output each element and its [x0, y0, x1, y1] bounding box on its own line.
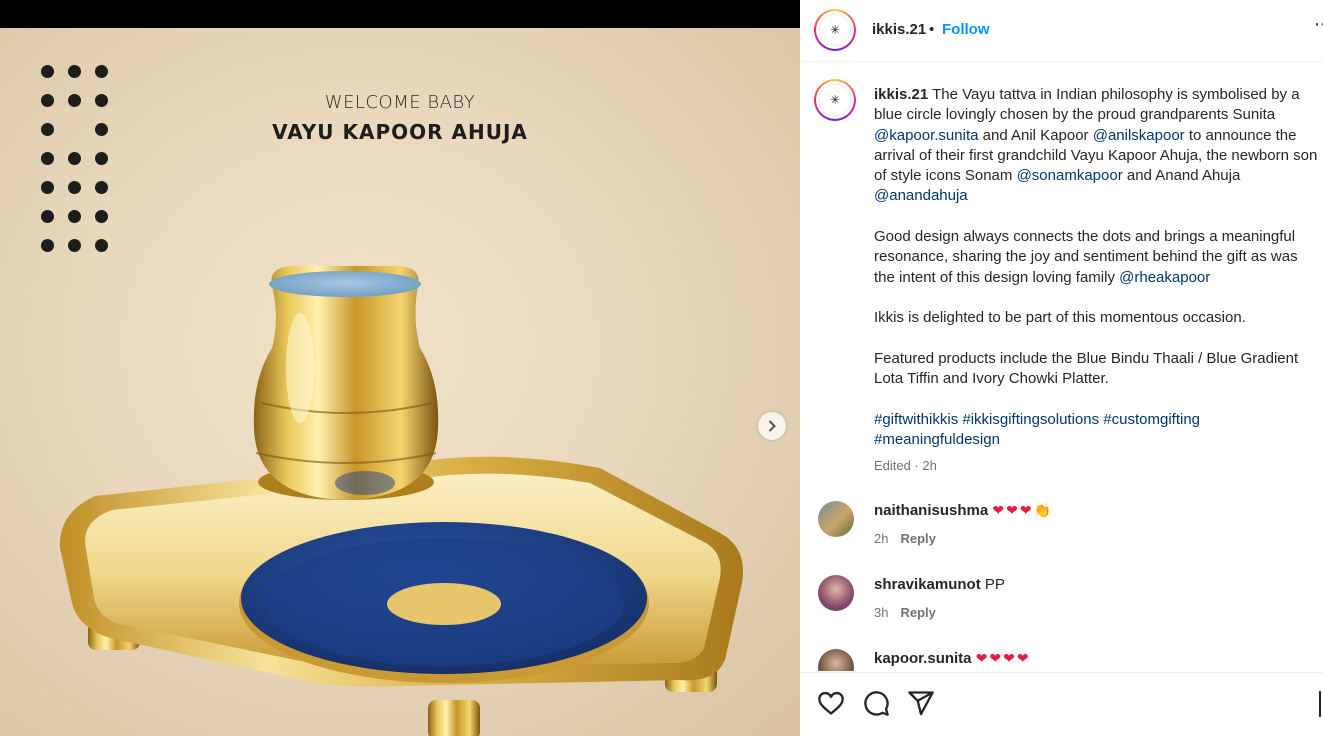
reply-button[interactable]: Reply: [900, 605, 935, 620]
post-caption: ikkis.21 The Vayu tattva in Indian philo…: [874, 85, 1319, 471]
ikkis-logo-icon: ✳: [819, 14, 851, 46]
comment-emoji: ❤❤❤👏: [992, 502, 1053, 518]
comment-item: kapoor.sunita ❤❤❤❤: [800, 646, 1323, 671]
instagram-post-viewer: WELCOME BABY VAYU KAPOOR AHUJA ✳ ikkis.2…: [0, 0, 1323, 736]
share-icon[interactable]: [907, 689, 935, 717]
more-options-icon[interactable]: ⋯: [1314, 14, 1323, 35]
comments-scroll-area[interactable]: ✳ ikkis.21 The Vayu tattva in Indian phi…: [800, 63, 1323, 671]
save-icon-edge[interactable]: [1319, 691, 1321, 717]
blue-plate: [239, 522, 649, 683]
caption-edited-time: Edited · 2h: [874, 458, 937, 473]
product-scene: [59, 266, 744, 736]
comment-body: shravikamunot PP: [874, 576, 1005, 593]
gold-lota: [253, 266, 439, 500]
comment-time: 3h: [874, 605, 889, 620]
commenter-avatar[interactable]: [818, 649, 854, 671]
post-header: ✳ ikkis.21 • Follow ⋯: [800, 0, 1323, 62]
chevron-right-icon: [769, 420, 776, 432]
author-avatar[interactable]: ✳: [814, 9, 856, 51]
heart-icon[interactable]: [817, 689, 845, 717]
hashtag-link[interactable]: #giftwithikkis: [874, 411, 958, 428]
hashtag-link[interactable]: #meaningfuldesign: [874, 431, 1000, 448]
caption-text: and Anand Ahuja: [1122, 167, 1241, 185]
ikkis-logo-icon: ✳: [819, 84, 851, 116]
reply-button[interactable]: Reply: [900, 531, 935, 546]
follow-button[interactable]: Follow: [942, 21, 990, 38]
post-media: WELCOME BABY VAYU KAPOOR AHUJA: [0, 0, 800, 736]
caption-text: and Anil Kapoor: [978, 126, 1093, 144]
mention-link[interactable]: @anandahuja: [874, 187, 968, 204]
comment-body: naithanisushma ❤❤❤👏: [874, 502, 1053, 519]
caption-text: Ikkis is delighted to be part of this mo…: [874, 309, 1246, 327]
comment-text: PP: [984, 576, 1005, 593]
post-sidebar: ✳ ikkis.21 • Follow ⋯ ✳ ikkis.21 The Vay…: [800, 0, 1323, 736]
caption-username[interactable]: ikkis.21: [874, 86, 928, 103]
commenter-username[interactable]: kapoor.sunita: [874, 650, 972, 667]
comment-meta: 2h Reply: [874, 531, 936, 546]
media-top-bar: [0, 0, 800, 28]
post-action-bar: [800, 672, 1323, 736]
caption-text: Featured products include the Blue Bindu…: [874, 349, 1299, 388]
comment-emoji: ❤❤❤❤: [975, 650, 1031, 666]
mention-link[interactable]: @anilskapoor: [1093, 127, 1185, 144]
comment-icon[interactable]: [862, 689, 890, 717]
comment-item: shravikamunot PP 3h Reply: [800, 572, 1323, 642]
post-image: WELCOME BABY VAYU KAPOOR AHUJA: [0, 28, 800, 736]
commenter-username[interactable]: naithanisushma: [874, 502, 988, 519]
comment-time: 2h: [874, 531, 889, 546]
caption-text: The Vayu tattva in Indian philosophy is …: [874, 86, 1300, 124]
caption-avatar[interactable]: ✳: [814, 79, 856, 121]
commenter-username[interactable]: shravikamunot: [874, 576, 981, 593]
mention-link[interactable]: @rheakapoor: [1119, 269, 1210, 286]
hashtag-link[interactable]: #ikkisgiftingsolutions: [962, 411, 1099, 428]
commenter-avatar[interactable]: [818, 575, 854, 611]
mention-link[interactable]: @kapoor.sunita: [874, 127, 978, 144]
comment-body: kapoor.sunita ❤❤❤❤: [874, 650, 1031, 667]
commenter-avatar[interactable]: [818, 501, 854, 537]
comment-meta: 3h Reply: [874, 605, 936, 620]
hashtag-link[interactable]: #customgifting: [1103, 411, 1200, 428]
mention-link[interactable]: @sonamkapoor: [1017, 167, 1123, 184]
comment-item: naithanisushma ❤❤❤👏 2h Reply: [800, 498, 1323, 568]
header-separator: •: [929, 21, 935, 38]
next-image-button[interactable]: [758, 412, 786, 440]
author-username[interactable]: ikkis.21: [872, 21, 926, 38]
caption-text: Good design always connects the dots and…: [874, 228, 1298, 286]
